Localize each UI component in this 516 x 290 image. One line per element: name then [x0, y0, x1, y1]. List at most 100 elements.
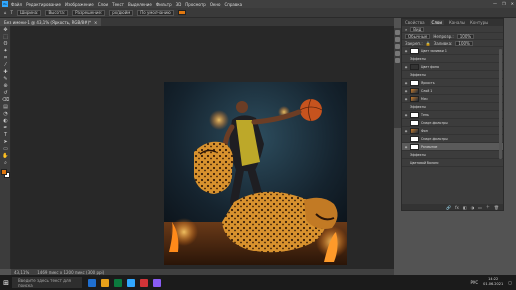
group-icon[interactable]: ▭ — [478, 205, 482, 210]
marquee-icon[interactable]: ⬚ — [1, 34, 10, 40]
taskbar-app-icon[interactable] — [101, 278, 109, 287]
layer-style-icon[interactable]: fx — [455, 205, 459, 210]
layer-effects-row[interactable]: Цветовой баланс — [402, 159, 503, 167]
new-layer-icon[interactable]: ＋ — [486, 204, 490, 210]
properties-panel-icon[interactable] — [395, 37, 400, 42]
dodge-icon[interactable]: ◐ — [1, 118, 10, 124]
paragraph-panel-icon[interactable] — [395, 58, 400, 63]
windows-start-icon[interactable]: ⊞ — [0, 275, 12, 290]
wand-icon[interactable]: ✦ — [1, 48, 10, 54]
layer-row[interactable]: ◉ Яркость — [402, 79, 503, 87]
layer-effects-row[interactable]: Эффекты — [402, 55, 503, 63]
lasso-icon[interactable]: ʘ — [1, 41, 10, 47]
zoom-icon[interactable]: ⌕ — [1, 160, 10, 166]
shape-icon[interactable]: ▭ — [1, 146, 10, 152]
notification-icon[interactable]: ▢ — [508, 280, 512, 285]
taskbar-app-icon[interactable] — [140, 278, 148, 287]
history-panel-icon[interactable] — [395, 30, 400, 35]
layer-effects-row[interactable]: Эффекты — [402, 151, 503, 159]
tab-properties[interactable]: Свойства — [405, 20, 425, 25]
maximize-icon[interactable]: ❐ — [502, 1, 506, 6]
menu-3d[interactable]: 3D — [176, 2, 182, 7]
tab-layers[interactable]: Слои — [429, 20, 444, 25]
eye-icon[interactable]: ◉ — [404, 97, 408, 101]
trash-icon[interactable]: 🗑 — [494, 205, 499, 210]
width-field[interactable]: Ширина: — [17, 9, 42, 16]
eye-icon[interactable]: ◉ — [404, 129, 408, 133]
taskbar-search-input[interactable]: Введите здесь текст для поиска — [12, 277, 82, 288]
blur-icon[interactable]: ◔ — [1, 111, 10, 117]
menu-file[interactable]: Файл — [11, 2, 22, 7]
menu-type[interactable]: Текст — [112, 2, 124, 7]
history-icon[interactable]: ↺ — [1, 90, 10, 96]
layer-row[interactable]: ◉ Мяч — [402, 95, 503, 103]
menu-window[interactable]: Окно — [210, 2, 221, 7]
pen-icon[interactable]: ✒ — [1, 125, 10, 131]
libraries-panel-icon[interactable] — [395, 51, 400, 56]
move-icon[interactable]: ✥ — [1, 27, 10, 33]
lock-icon[interactable]: 🔒 — [426, 41, 431, 46]
adjustments-panel-icon[interactable] — [395, 44, 400, 49]
color-swatch[interactable] — [177, 10, 186, 15]
minimize-icon[interactable]: — — [493, 1, 497, 6]
hand-icon[interactable]: ✋ — [1, 153, 10, 159]
eye-icon[interactable]: ◉ — [404, 89, 408, 93]
menu-layers[interactable]: Слои — [98, 2, 108, 7]
taskbar-app-icon[interactable] — [114, 278, 122, 287]
opacity-input[interactable]: 100% — [456, 33, 475, 39]
layer-filter-select[interactable]: Вид — [410, 26, 425, 32]
foreground-color-swatch[interactable] — [1, 169, 7, 175]
heal-icon[interactable]: ✚ — [1, 69, 10, 75]
resolution-unit-select[interactable]: px/дюйм — [109, 9, 134, 16]
tab-close-icon[interactable]: × — [94, 20, 97, 25]
gradient-icon[interactable]: ▤ — [1, 104, 10, 110]
menu-view[interactable]: Просмотр — [185, 2, 206, 7]
document-tab[interactable]: Без имени-1 @ 43,1% (Яркость, RGB/8#)* × — [0, 18, 102, 26]
tab-paths[interactable]: Контуры — [470, 20, 488, 25]
tab-channels[interactable]: Каналы — [449, 20, 465, 25]
type-tool-icon[interactable]: T — [11, 10, 13, 15]
smart-filter-row[interactable]: Смарт-фильтры — [402, 135, 503, 143]
menu-filter[interactable]: Фильтр — [156, 2, 172, 7]
layer-effects-row[interactable]: Эффекты — [402, 103, 503, 111]
eraser-icon[interactable]: ⌫ — [1, 97, 10, 103]
canvas-area[interactable] — [11, 26, 394, 269]
language-indicator[interactable]: РУС — [471, 280, 479, 285]
path-select-icon[interactable]: ➤ — [1, 139, 10, 145]
layer-row[interactable]: ◉ Цвет фона — [402, 63, 503, 71]
layer-mask-icon[interactable]: ◧ — [463, 205, 467, 210]
zoom-level[interactable]: 43,11% — [14, 270, 29, 275]
taskbar-app-icon[interactable] — [153, 278, 161, 287]
smart-filter-row[interactable]: Смарт-фильтры — [402, 119, 503, 127]
eye-icon[interactable]: ◉ — [404, 49, 408, 53]
crop-icon[interactable]: ⌗ — [1, 55, 10, 61]
taskbar-app-icon[interactable] — [88, 278, 96, 287]
fill-input[interactable]: 100% — [455, 40, 473, 46]
height-field[interactable]: Высота: — [45, 9, 69, 16]
layer-row[interactable]: ◉ Тень — [402, 111, 503, 119]
close-icon[interactable]: ✕ — [511, 1, 514, 6]
link-layers-icon[interactable]: 🔗 — [446, 205, 451, 210]
layer-effects-row[interactable]: Эффекты — [402, 71, 503, 79]
layer-row[interactable]: ◉ Слой 1 — [402, 87, 503, 95]
photoshop-taskbar-icon[interactable] — [127, 278, 135, 287]
blend-mode-select[interactable]: Обычные — [405, 33, 431, 39]
brush-icon[interactable]: ✎ — [1, 76, 10, 82]
eye-icon[interactable]: ◉ — [404, 145, 408, 149]
menu-image[interactable]: Изображение — [65, 2, 94, 7]
eyedropper-icon[interactable]: ⁄ — [1, 62, 10, 68]
resolution-field[interactable]: Разрешение: — [72, 9, 106, 16]
default-button[interactable]: По умолчанию — [137, 9, 174, 16]
layer-row[interactable]: ◉ Фон — [402, 127, 503, 135]
layer-row[interactable]: ◉ Цвет заливки 1 — [402, 47, 503, 55]
eye-icon[interactable]: ◉ — [404, 113, 408, 117]
eye-icon[interactable]: ◉ — [404, 81, 408, 85]
menu-select[interactable]: Выделение — [128, 2, 152, 7]
menu-edit[interactable]: Редактирование — [26, 2, 61, 7]
panel-scrollbar[interactable] — [499, 49, 502, 159]
clock[interactable]: 14:22 01.06.2021 — [483, 277, 503, 287]
artwork-image[interactable] — [164, 82, 347, 265]
menu-help[interactable]: Справка — [224, 2, 242, 7]
layer-row-selected[interactable]: ◉ Размытие — [402, 143, 503, 151]
home-icon[interactable]: ⌂ — [4, 10, 7, 15]
